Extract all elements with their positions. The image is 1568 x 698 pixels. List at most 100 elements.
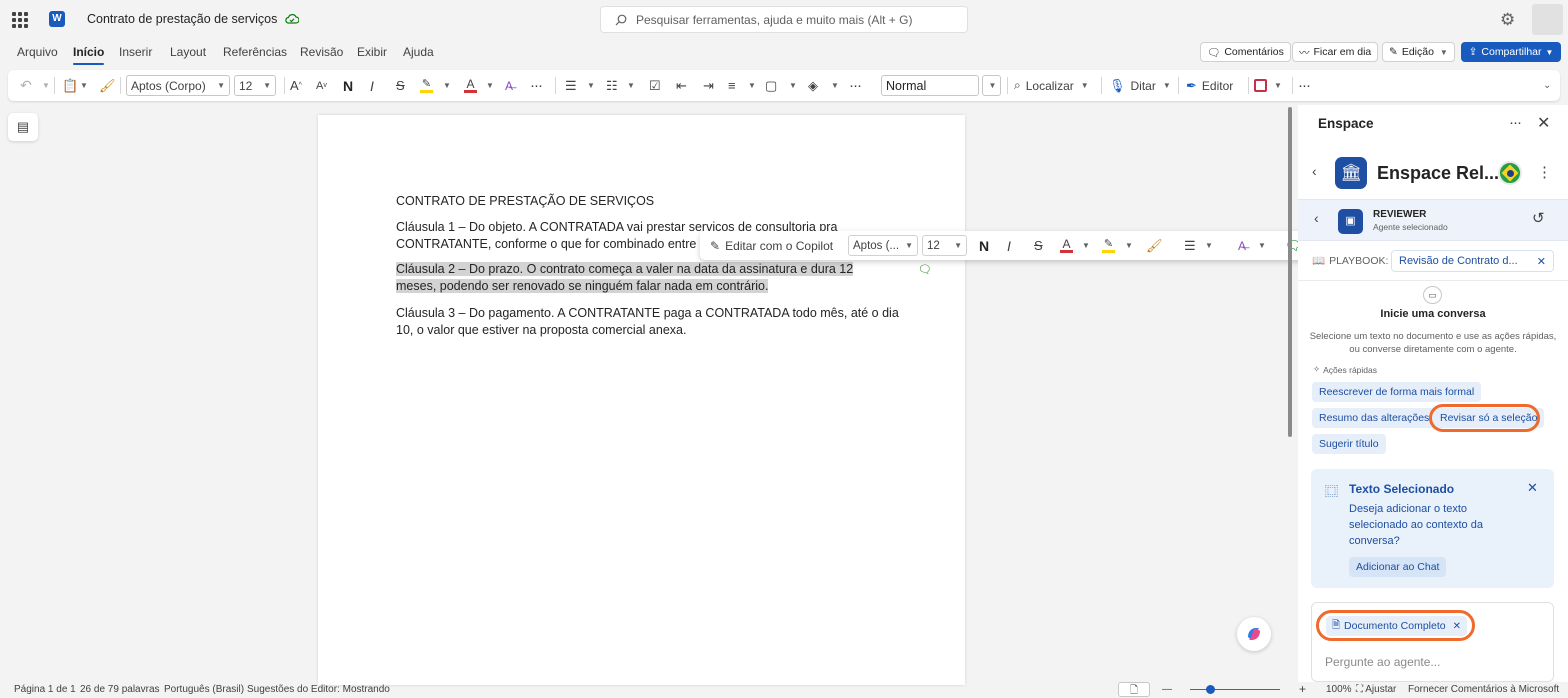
tab-layout[interactable]: Layout [170,45,206,59]
highlight-color-icon[interactable]: ✎ [420,70,433,101]
selected-text[interactable]: Cláusula 2 – Do prazo. O contrato começa… [396,262,854,276]
close-icon[interactable]: ✕ [1527,480,1538,496]
more-paragraph-options-icon[interactable]: ··· [849,70,862,101]
kebab-menu-icon[interactable]: ⋮ [1537,163,1552,181]
bullets-chevron[interactable]: ▼ [1203,231,1213,260]
dictate-button[interactable]: 🎙 Ditar ▼ [1109,70,1171,101]
document-title[interactable]: Contrato de prestação de serviços [87,12,300,26]
format-painter-icon[interactable]: 🖌 [1146,231,1163,260]
document-page[interactable]: CONTRATO DE PRESTAÇÃO DE SERVIÇOS Cláusu… [318,115,965,685]
highlight-chevron[interactable]: ▼ [1123,231,1133,260]
close-icon[interactable]: ✕ [1537,113,1550,133]
catch-up-button[interactable]: 〰 Ficar em dia [1292,42,1379,62]
paste-icon[interactable]: 📋 [62,70,78,101]
comment-add-icon[interactable]: 🗨 [918,263,932,276]
align-chevron[interactable]: ▼ [746,70,756,101]
zoom-slider[interactable] [1190,689,1280,690]
paste-menu-chevron[interactable]: ▼ [78,70,88,101]
close-icon[interactable]: ✕ [1537,255,1546,268]
align-icon[interactable]: ≡ [728,70,736,101]
borders-icon[interactable]: ▢ [765,70,777,101]
editor-button[interactable]: ✒ Editor [1186,70,1233,101]
float-font-name-select[interactable]: Aptos (... ▼ [848,235,918,256]
font-name-select[interactable]: Aptos (Corpo) ▼ [126,75,230,96]
editor-suggestions[interactable]: Sugestões do Editor: Mostrando [247,684,390,695]
add-to-chat-button[interactable]: Adicionar ao Chat [1349,557,1447,577]
highlight-chevron[interactable]: ▼ [441,70,451,101]
style-select[interactable]: Normal [881,75,979,96]
tab-revisao[interactable]: Revisão [300,45,343,59]
numbering-icon[interactable]: ☷ [606,70,618,101]
float-font-size-select[interactable]: 12 ▼ [922,235,967,256]
grow-font-icon[interactable]: A ^ [290,70,302,101]
styles-chevron[interactable]: ▼ [1256,231,1266,260]
ribbon-collapse-chevron[interactable]: ⌄ [1541,70,1551,101]
bullets-icon[interactable]: ☰ [565,70,577,101]
tab-exibir[interactable]: Exibir [357,45,387,59]
decrease-indent-icon[interactable]: ⇤ [676,70,687,101]
checklist-icon[interactable]: ☑ [649,70,661,101]
bold-icon[interactable]: N [979,231,989,260]
shading-chevron[interactable]: ▼ [829,70,839,101]
tab-referencias[interactable]: Referências [223,45,287,59]
tab-inicio[interactable]: Início [73,45,105,65]
borders-chevron[interactable]: ▼ [787,70,797,101]
numbering-chevron[interactable]: ▼ [625,70,635,101]
quick-action-formal[interactable]: Reescrever de forma mais formal [1312,382,1482,402]
bullets-icon[interactable]: ☰ [1184,231,1196,260]
edit-with-copilot-button[interactable]: ✎ Editar com o Copilot [710,231,833,260]
search-box[interactable]: Pesquisar ferramentas, ajuda e muito mai… [600,6,968,33]
bullets-chevron[interactable]: ▼ [585,70,595,101]
language[interactable]: Português (Brasil) [164,684,244,695]
undo-icon[interactable]: ↶ [20,70,32,101]
tab-inserir[interactable]: Inserir [119,45,152,59]
fit-button[interactable]: ⛶ Ajustar [1356,684,1396,695]
style-select-chevron[interactable]: ▼ [982,75,1001,96]
zoom-level[interactable]: 100% [1326,684,1352,695]
quick-action-suggest-title[interactable]: Sugerir título [1312,434,1386,454]
navigation-pane-icon[interactable]: ▤ [8,113,38,141]
tab-ajuda[interactable]: Ajuda [403,45,434,59]
zoom-out-icon[interactable]: — [1162,684,1172,695]
more-font-options-icon[interactable]: ··· [530,70,543,101]
increase-indent-icon[interactable]: ⇥ [703,70,714,101]
shrink-font-icon[interactable]: Av [316,70,327,101]
font-color-icon[interactable]: A [464,70,477,101]
zoom-in-icon[interactable]: + [1299,682,1306,696]
strikethrough-icon[interactable]: S [1034,231,1043,260]
bold-icon[interactable]: N [343,70,353,101]
document-scrollbar[interactable] [1288,107,1292,437]
shading-icon[interactable]: ◈ [808,70,818,101]
undo-menu-chevron[interactable]: ▼ [40,70,50,101]
tab-arquivo[interactable]: Arquivo [17,45,58,59]
quick-action-summary[interactable]: Resumo das alterações [1312,408,1437,428]
share-button[interactable]: ⇪ Compartilhar ▼ [1461,42,1561,62]
feedback-link[interactable]: Fornecer Comentários à Microsoft [1408,684,1559,695]
font-size-select[interactable]: 12 ▼ [234,75,276,96]
gear-icon[interactable]: ⚙ [1500,10,1515,30]
font-color-icon[interactable]: A [1060,231,1073,260]
comments-button[interactable]: 🗨 Comentários [1200,42,1291,62]
selected-text[interactable]: meses, podendo ser renovado se ninguém f… [396,279,769,293]
print-layout-icon[interactable]: 🗋 [1118,682,1150,697]
font-color-chevron[interactable]: ▼ [484,70,494,101]
copilot-icon[interactable] [1237,617,1271,651]
playbook-select[interactable]: Revisão de Contrato d... ✕ [1391,250,1554,272]
chat-input[interactable]: Pergunte ao agente... [1325,655,1440,669]
avatar[interactable] [1532,4,1563,35]
editing-mode-button[interactable]: ✎ Edição ▼ [1382,42,1455,62]
format-painter-icon[interactable]: 🖌 [99,70,116,101]
styles-icon[interactable]: A̶ [1238,231,1246,260]
back-chevron-icon[interactable]: ‹ [1314,210,1319,226]
word-count[interactable]: 26 de 79 palavras [80,684,160,695]
add-ins-button[interactable]: ▼ [1254,70,1282,101]
italic-icon[interactable]: I [370,70,374,101]
find-button[interactable]: ⌕ Localizar ▼ [1014,70,1089,101]
more-options-icon[interactable]: ··· [1509,114,1522,131]
italic-icon[interactable]: I [1007,231,1011,260]
clear-format-icon[interactable]: A̶ [505,70,513,101]
more-options-icon[interactable]: ··· [1298,70,1311,101]
highlight-color-icon[interactable]: ✎ [1102,231,1115,260]
back-chevron-icon[interactable]: ‹ [1312,163,1317,179]
strikethrough-icon[interactable]: S [396,70,405,101]
